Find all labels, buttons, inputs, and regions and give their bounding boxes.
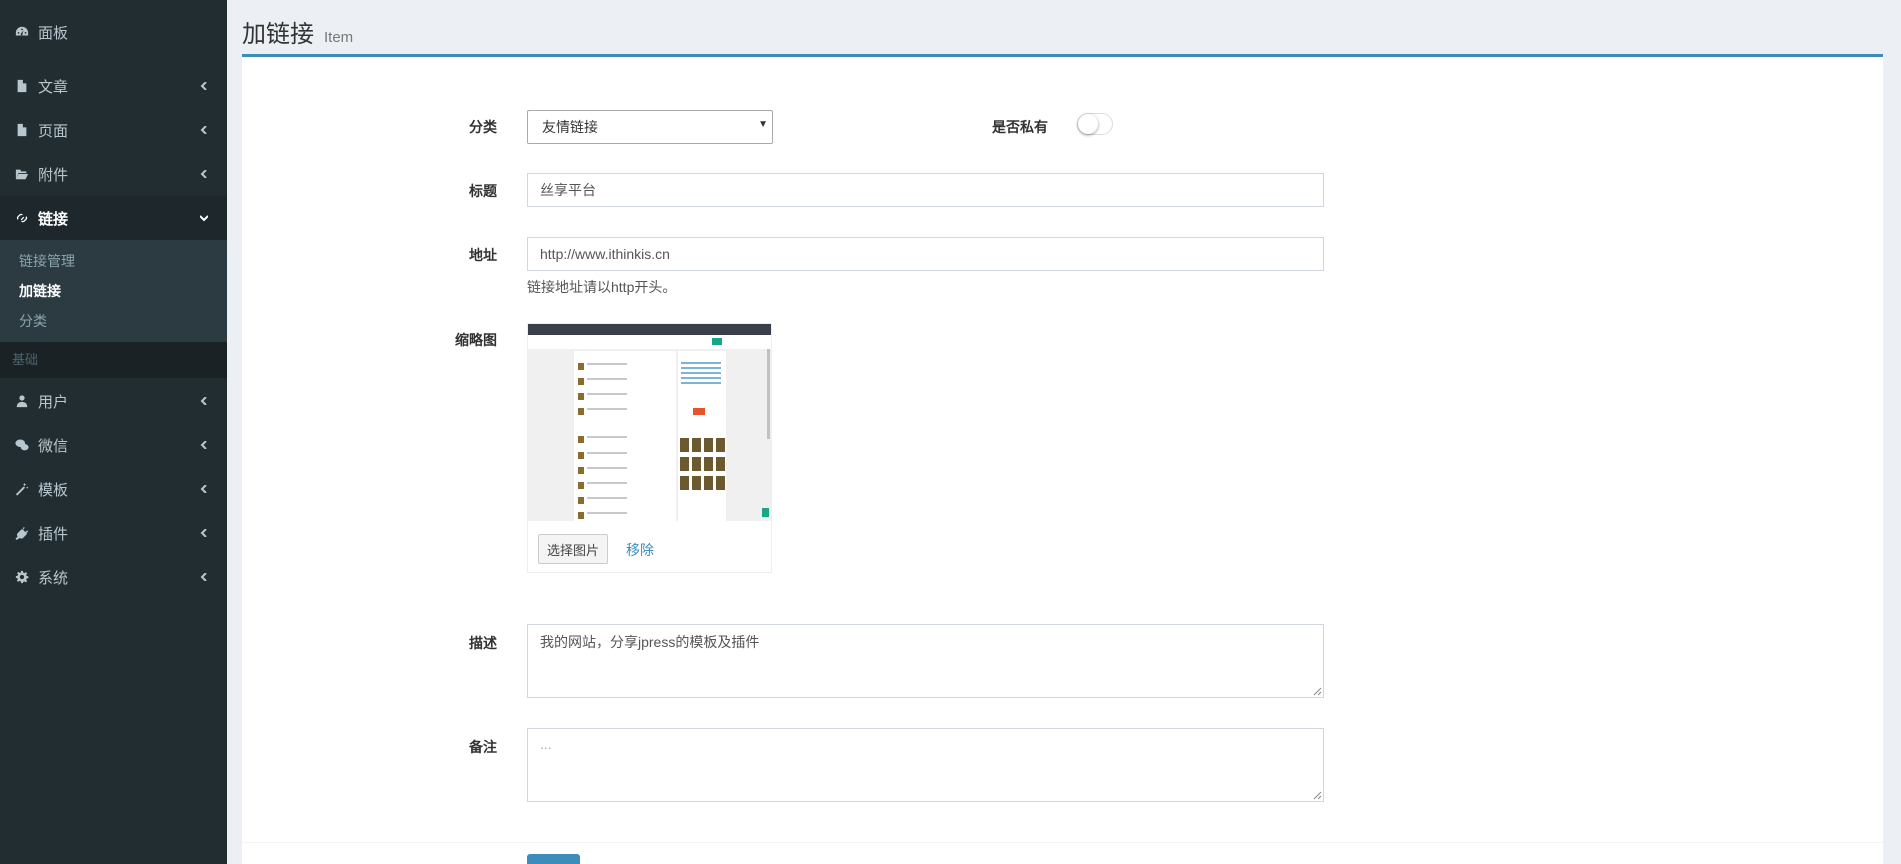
sidebar-item-label: 用户 [38, 393, 69, 411]
url-label: 地址 [469, 247, 497, 263]
content-header: 加链接 Item [242, 14, 353, 49]
toggle-knob [1078, 114, 1098, 134]
sidebar-item-label: 链接 [38, 210, 69, 228]
chevron-left-icon [199, 529, 209, 537]
chevron-left-icon [199, 573, 209, 581]
form-box: 分类 友情链接 ▼ 是否私有 标题 丝享平台 地址 http://www.ith… [242, 54, 1883, 864]
gear-icon [14, 570, 30, 584]
sidebar-item-label: 插件 [38, 525, 69, 543]
note-textarea[interactable]: ... [527, 728, 1324, 802]
sidebar-item-label: 系统 [38, 569, 69, 587]
choose-image-button[interactable]: 选择图片 [538, 534, 608, 564]
url-input-value: http://www.ithinkis.cn [540, 246, 670, 262]
thumbnail-preview-image [528, 324, 771, 521]
sidebar-item-wechat[interactable]: 微信 [0, 423, 227, 467]
page-subtitle: Item [324, 29, 354, 46]
description-label: 描述 [469, 635, 497, 651]
page-title: 加链接 [242, 21, 314, 48]
sidebar-item-plugins[interactable]: 插件 [0, 511, 227, 555]
caret-down-icon: ▼ [758, 119, 768, 130]
sidebar-item-label: 面板 [38, 24, 69, 42]
submenu-link-manage[interactable]: 链接管理 [19, 251, 75, 271]
sidebar-item-label: 微信 [38, 437, 69, 455]
folder-open-icon [14, 167, 30, 181]
sidebar-item-users[interactable]: 用户 [0, 379, 227, 423]
description-value: 我的网站，分享jpress的模板及插件 [540, 634, 760, 650]
sidebar-item-dashboard[interactable]: 面板 [0, 10, 227, 54]
sidebar-item-label: 附件 [38, 166, 69, 184]
page-icon [14, 123, 30, 137]
links-submenu: 链接管理 加链接 分类 [0, 240, 227, 342]
url-help-text: 链接地址请以http开头。 [527, 279, 677, 295]
sidebar-item-attachments[interactable]: 附件 [0, 152, 227, 196]
sidebar: 面板 文章 页面 附件 链接 链接管理 加链接 分类 基础 用户 微信 模板 插… [0, 0, 227, 864]
sidebar-item-links[interactable]: 链接 [0, 196, 227, 240]
category-selected-value: 友情链接 [542, 119, 598, 135]
title-input-value: 丝享平台 [540, 182, 596, 198]
sidebar-item-templates[interactable]: 模板 [0, 467, 227, 511]
thumbnail-label: 缩略图 [455, 332, 497, 348]
private-label: 是否私有 [992, 119, 1048, 135]
category-select[interactable]: 友情链接 ▼ [527, 110, 773, 144]
sidebar-item-label: 文章 [38, 78, 69, 96]
magic-wand-icon [14, 482, 30, 496]
note-label: 备注 [469, 739, 497, 755]
chevron-down-icon [199, 214, 209, 222]
resize-handle-icon[interactable] [1313, 687, 1322, 696]
chevron-left-icon [199, 485, 209, 493]
dashboard-icon [14, 25, 30, 39]
resize-handle-icon[interactable] [1313, 791, 1322, 800]
submenu-add-link[interactable]: 加链接 [19, 281, 61, 301]
sidebar-item-articles[interactable]: 文章 [0, 64, 227, 108]
file-icon [14, 79, 30, 93]
title-label: 标题 [469, 183, 497, 199]
thumbnail-widget: 选择图片 移除 [527, 323, 772, 573]
submenu-category[interactable]: 分类 [19, 311, 47, 331]
chevron-left-icon [199, 397, 209, 405]
category-label: 分类 [469, 119, 497, 135]
private-toggle[interactable] [1077, 113, 1113, 135]
chevron-left-icon [199, 126, 209, 134]
chevron-left-icon [199, 441, 209, 449]
title-input[interactable]: 丝享平台 [527, 173, 1324, 207]
plug-icon [14, 526, 30, 540]
chevron-left-icon [199, 170, 209, 178]
wechat-icon [14, 438, 30, 452]
link-icon [14, 211, 30, 225]
sidebar-item-label: 页面 [38, 122, 69, 140]
submit-button[interactable] [527, 854, 580, 864]
sidebar-item-system[interactable]: 系统 [0, 555, 227, 599]
url-input[interactable]: http://www.ithinkis.cn [527, 237, 1324, 271]
box-footer-divider [242, 842, 1883, 843]
note-placeholder: ... [540, 736, 552, 752]
sidebar-item-label: 模板 [38, 481, 69, 499]
chevron-left-icon [199, 82, 209, 90]
sidebar-item-pages[interactable]: 页面 [0, 108, 227, 152]
user-icon [14, 394, 30, 408]
remove-image-link[interactable]: 移除 [626, 540, 654, 560]
description-textarea[interactable]: 我的网站，分享jpress的模板及插件 [527, 624, 1324, 698]
sidebar-section-header: 基础 [0, 342, 227, 378]
